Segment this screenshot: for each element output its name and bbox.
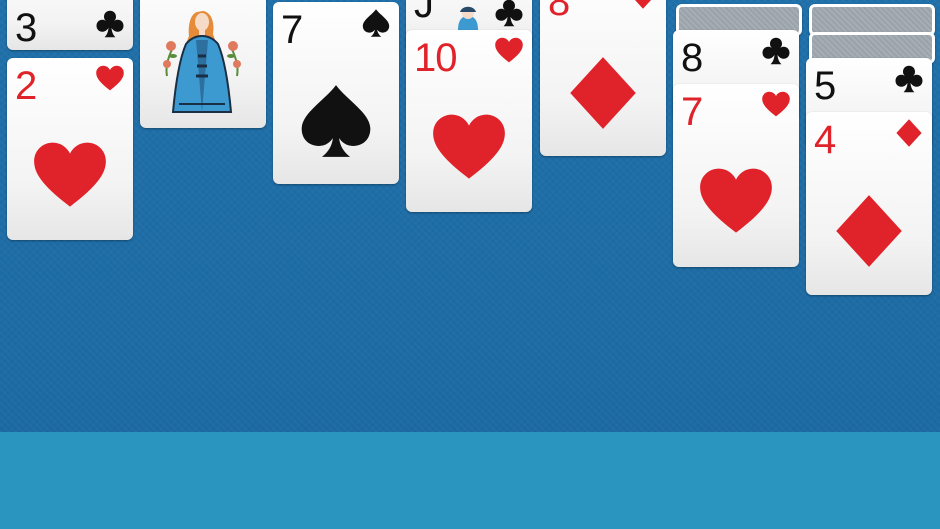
card-rank: 5 <box>814 64 836 108</box>
card-rank: 4 <box>814 118 836 162</box>
queen-figure-icon <box>163 11 241 113</box>
heart-icon <box>433 114 505 179</box>
card-rank: 3 <box>15 6 37 50</box>
card-8-of-diamonds[interactable]: 8 <box>540 0 666 156</box>
card-3-of-clubs[interactable]: 3 <box>7 0 133 50</box>
card-rank: 10 <box>414 36 457 80</box>
heart-icon <box>762 91 790 117</box>
card-rank: 8 <box>548 0 570 24</box>
card-rank: J <box>414 0 434 26</box>
club-icon <box>96 10 124 38</box>
spade-icon <box>301 85 371 157</box>
club-icon <box>495 0 523 27</box>
diamond-icon <box>570 57 636 129</box>
spade-icon <box>362 9 390 37</box>
diamond-icon <box>630 0 656 9</box>
club-icon <box>895 65 923 93</box>
heart-icon <box>96 65 124 91</box>
card-7-of-hearts[interactable]: 7 <box>673 84 799 267</box>
card-rank: 7 <box>681 90 703 134</box>
heart-icon <box>34 142 106 207</box>
club-icon <box>762 37 790 65</box>
card-rank: 7 <box>281 8 303 52</box>
jack-figure-icon <box>458 6 478 30</box>
diamond-icon <box>896 119 922 147</box>
card-2-of-hearts[interactable]: 2 <box>7 58 133 240</box>
bottom-toolbar <box>0 432 940 529</box>
card-rank: 2 <box>15 64 37 108</box>
card-7-of-spades[interactable]: 7 <box>273 2 399 184</box>
card-10-of-hearts[interactable]: 10 <box>406 30 532 212</box>
card-4-of-diamonds[interactable]: 4 <box>806 112 932 295</box>
heart-icon <box>495 37 523 63</box>
card-rank: 8 <box>681 36 703 80</box>
card-queen[interactable] <box>140 0 266 128</box>
diamond-icon <box>836 195 902 267</box>
heart-icon <box>700 168 772 233</box>
